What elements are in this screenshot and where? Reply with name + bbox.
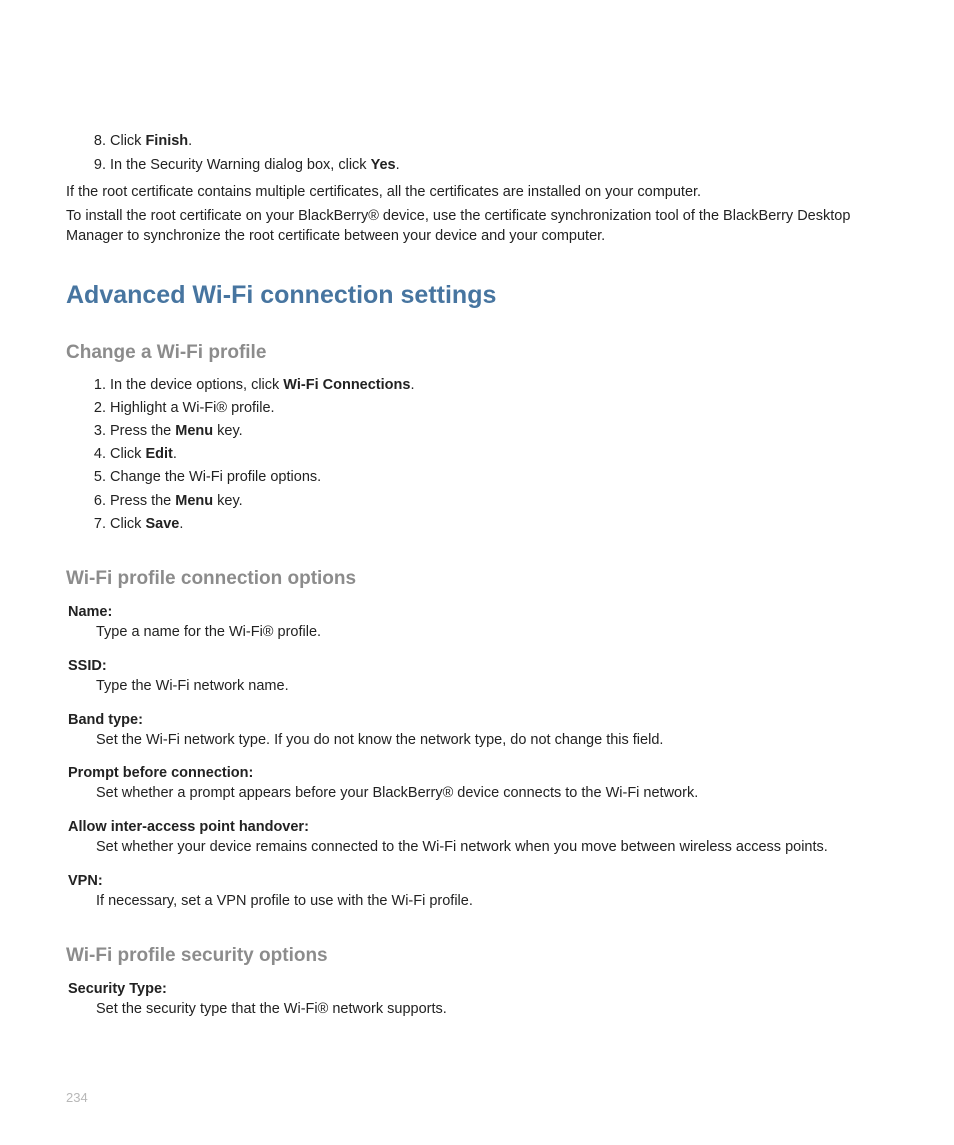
paragraph: To install the root certificate on your … bbox=[66, 206, 888, 247]
heading-advanced-wifi: Advanced Wi-Fi connection settings bbox=[66, 281, 888, 310]
text: In the device options, click bbox=[110, 377, 283, 393]
paragraph: If the root certificate contains multipl… bbox=[66, 182, 888, 202]
definition-term: Name: bbox=[68, 604, 888, 620]
text: key. bbox=[213, 493, 243, 509]
definition-desc: If necessary, set a VPN profile to use w… bbox=[96, 891, 888, 913]
bold-text: Yes bbox=[371, 157, 396, 173]
text: Click bbox=[110, 133, 145, 149]
list-item: Change the Wi-Fi profile options. bbox=[110, 466, 888, 489]
text: . bbox=[396, 157, 400, 173]
text: . bbox=[188, 133, 192, 149]
text: . bbox=[173, 446, 177, 462]
bold-text: Finish bbox=[145, 133, 188, 149]
heading-connection-options: Wi-Fi profile connection options bbox=[66, 568, 888, 590]
definition-desc: Set whether your device remains connecte… bbox=[96, 837, 888, 859]
list-item: Click Edit. bbox=[110, 443, 888, 466]
definition-desc: Type the Wi-Fi network name. bbox=[96, 676, 888, 698]
list-item: Click Save. bbox=[110, 513, 888, 536]
list-item: Press the Menu key. bbox=[110, 490, 888, 513]
bold-text: Save bbox=[145, 516, 179, 532]
heading-security-options: Wi-Fi profile security options bbox=[66, 945, 888, 967]
text: Click bbox=[110, 446, 145, 462]
definition-term: Security Type: bbox=[68, 981, 888, 997]
definition-term: Allow inter-access point handover: bbox=[68, 819, 888, 835]
bold-text: Menu bbox=[175, 493, 213, 509]
list-item: Highlight a Wi-Fi® profile. bbox=[110, 397, 888, 420]
text: In the Security Warning dialog box, clic… bbox=[110, 157, 371, 173]
page-number: 234 bbox=[66, 1090, 88, 1105]
definition-term: SSID: bbox=[68, 658, 888, 674]
change-profile-steps: In the device options, click Wi-Fi Conne… bbox=[66, 374, 888, 536]
connection-options-list: Name: Type a name for the Wi-Fi® profile… bbox=[66, 604, 888, 913]
list-item: Click Finish. bbox=[110, 130, 888, 154]
definition-desc: Type a name for the Wi-Fi® profile. bbox=[96, 622, 888, 644]
definition-term: Prompt before connection: bbox=[68, 765, 888, 781]
list-item: In the Security Warning dialog box, clic… bbox=[110, 154, 888, 178]
text: Press the bbox=[110, 423, 175, 439]
text: key. bbox=[213, 423, 243, 439]
list-item: Press the Menu key. bbox=[110, 420, 888, 443]
security-options-list: Security Type: Set the security type tha… bbox=[66, 981, 888, 1021]
document-page: Click Finish. In the Security Warning di… bbox=[0, 0, 954, 1145]
heading-change-profile: Change a Wi-Fi profile bbox=[66, 342, 888, 364]
definition-desc: Set the Wi-Fi network type. If you do no… bbox=[96, 730, 888, 752]
text: Press the bbox=[110, 493, 175, 509]
text: Click bbox=[110, 516, 145, 532]
text: . bbox=[179, 516, 183, 532]
definition-term: Band type: bbox=[68, 712, 888, 728]
definition-term: VPN: bbox=[68, 873, 888, 889]
bold-text: Menu bbox=[175, 423, 213, 439]
definition-desc: Set the security type that the Wi-Fi® ne… bbox=[96, 999, 888, 1021]
definition-desc: Set whether a prompt appears before your… bbox=[96, 783, 888, 805]
bold-text: Wi-Fi Connections bbox=[283, 377, 410, 393]
list-item: In the device options, click Wi-Fi Conne… bbox=[110, 374, 888, 397]
continued-steps-list: Click Finish. In the Security Warning di… bbox=[66, 130, 888, 178]
bold-text: Edit bbox=[145, 446, 172, 462]
text: . bbox=[410, 377, 414, 393]
